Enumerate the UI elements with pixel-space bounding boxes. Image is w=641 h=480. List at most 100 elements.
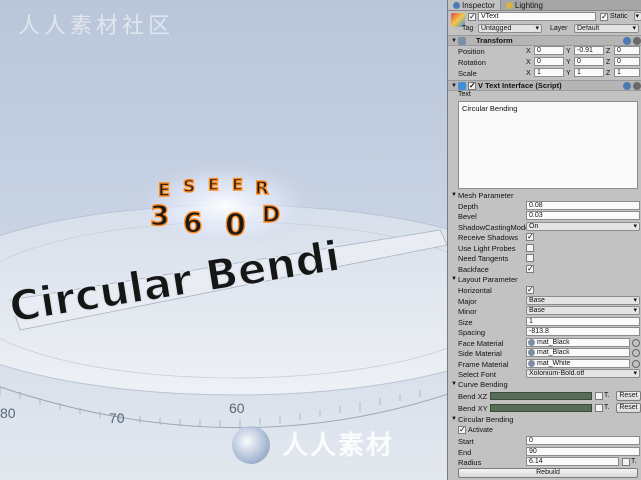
- scale-z-field[interactable]: 1: [614, 68, 640, 77]
- tab-inspector[interactable]: Inspector: [448, 0, 501, 10]
- help-icon[interactable]: [623, 82, 631, 90]
- object-name-field[interactable]: VText: [478, 12, 596, 21]
- face-material-field[interactable]: mat_Black: [526, 338, 630, 347]
- rotation-x-field[interactable]: 0: [534, 57, 564, 66]
- mesh-parameter-header[interactable]: ▼ Mesh Parameter: [448, 191, 641, 201]
- main-text: Circular Bendi: [6, 231, 343, 332]
- light-probes-checkbox[interactable]: [526, 244, 534, 252]
- shadow-casting-dropdown[interactable]: On: [526, 222, 640, 231]
- radius-toggle[interactable]: [622, 458, 630, 466]
- rebuild-button[interactable]: Rebuild: [458, 468, 638, 478]
- end-field[interactable]: 90: [526, 447, 640, 456]
- side-material-field[interactable]: mat_Black: [526, 348, 630, 357]
- spacing-field[interactable]: -813.8: [526, 327, 640, 336]
- rotation-y-field[interactable]: 0: [574, 57, 604, 66]
- font-dropdown[interactable]: Xolonium-Bold.otf: [526, 369, 640, 378]
- tab-lighting[interactable]: Lighting: [501, 0, 548, 10]
- minor-row: Minor Base: [448, 306, 641, 316]
- receive-shadows-checkbox[interactable]: [526, 232, 534, 241]
- rotation-z-field[interactable]: 0: [614, 57, 640, 66]
- scene-viewport[interactable]: 3 6 0 D R E E S E Circular Bendi 80 70 6…: [0, 0, 447, 480]
- tag-dropdown[interactable]: Untagged: [478, 24, 542, 33]
- bend-xy-toggle[interactable]: [595, 404, 603, 412]
- backface-checkbox[interactable]: [526, 264, 534, 273]
- activate-row: Activate: [448, 425, 641, 435]
- size-row: Size 1: [448, 317, 641, 327]
- object-picker-icon[interactable]: [632, 360, 640, 368]
- watermark-top: 人人素材社区: [18, 14, 175, 39]
- active-checkbox[interactable]: [468, 12, 476, 21]
- layer-dropdown[interactable]: Default: [574, 24, 639, 33]
- ruler-label: 60: [229, 400, 245, 416]
- material-icon: [528, 360, 535, 367]
- radius-row: Radius 6.14 T.: [458, 457, 637, 467]
- script-enabled-checkbox[interactable]: [468, 81, 476, 90]
- static-checkbox[interactable]: [600, 12, 608, 21]
- static-label: Static: [610, 13, 628, 20]
- bend-xy-curve[interactable]: [490, 404, 592, 412]
- script-icon: [458, 82, 466, 90]
- start-field[interactable]: 0: [526, 436, 640, 445]
- transform-icon: [458, 37, 466, 45]
- light-probes-row: Use Light Probes: [448, 243, 641, 253]
- layer-label: Layer: [550, 25, 568, 32]
- horizontal-checkbox[interactable]: [526, 285, 534, 294]
- curve-bending-header[interactable]: ▼ Curve Bending: [448, 380, 641, 390]
- ruler-label: 70: [109, 410, 125, 426]
- size-field[interactable]: 1: [526, 317, 640, 326]
- object-picker-icon[interactable]: [632, 349, 640, 357]
- minor-dropdown[interactable]: Base: [526, 306, 640, 315]
- major-dropdown[interactable]: Base: [526, 296, 640, 305]
- position-y-field[interactable]: -0.91: [574, 46, 604, 55]
- depth-row: Depth 0.08: [448, 201, 641, 211]
- rotation-row: Rotation X 0 Y 0 Z 0: [448, 57, 641, 67]
- static-dropdown[interactable]: [634, 12, 641, 21]
- foldout-arrow-icon: ▼: [451, 82, 457, 89]
- activate-checkbox[interactable]: [458, 425, 466, 434]
- scale-row: Scale X 1 Y 1 Z 1: [448, 68, 641, 78]
- frame-material-field[interactable]: mat_White: [526, 359, 630, 368]
- tangents-row: Need Tangents: [448, 253, 641, 263]
- end-row: End 90: [448, 447, 641, 457]
- bend-xz-toggle[interactable]: [595, 392, 603, 400]
- gear-icon[interactable]: [633, 37, 641, 45]
- text-input[interactable]: Circular Bending: [458, 101, 638, 189]
- backface-row: Backface: [448, 264, 641, 274]
- script-header[interactable]: ▼ V Text Interface (Script): [448, 80, 641, 91]
- foldout-arrow-icon: ▼: [451, 37, 457, 44]
- scale-x-field[interactable]: 1: [534, 68, 564, 77]
- bend-xz-row: Bend XZ T. Reset: [448, 391, 641, 401]
- position-row: Position X 0 Y -0.91 Z 0: [448, 46, 641, 56]
- inspector-panel: Inspector Lighting VText Static Tag Unta…: [447, 0, 641, 480]
- frame-material-row: Frame Material mat_White: [448, 359, 641, 369]
- bend-xz-curve[interactable]: [490, 392, 592, 400]
- position-z-field[interactable]: 0: [614, 46, 640, 55]
- radius-field[interactable]: 6.14: [526, 457, 619, 466]
- lightbulb-icon: [505, 1, 513, 9]
- start-row: Start 0: [448, 436, 641, 446]
- gear-icon[interactable]: [633, 82, 641, 90]
- text-label: Text: [458, 91, 471, 98]
- info-icon: [453, 1, 460, 9]
- help-icon[interactable]: [623, 37, 631, 45]
- font-row: Select Font Xolonium-Bold.otf: [448, 369, 641, 379]
- transform-header[interactable]: ▼ Transform: [448, 35, 641, 46]
- shadow-row: ShadowCastingMode On: [448, 222, 641, 232]
- bend-xz-reset-button[interactable]: Reset: [616, 391, 641, 401]
- watermark-bottom: 人人素材: [282, 431, 395, 461]
- bevel-row: Bevel 0.03: [448, 211, 641, 221]
- layout-parameter-header[interactable]: ▼ Layout Parameter: [448, 275, 641, 285]
- bend-xy-reset-button[interactable]: Reset: [616, 403, 641, 413]
- material-icon: [528, 339, 535, 346]
- scale-y-field[interactable]: 1: [574, 68, 604, 77]
- tangents-checkbox[interactable]: [526, 254, 534, 262]
- bevel-field[interactable]: 0.03: [526, 211, 640, 220]
- material-icon: [528, 349, 535, 356]
- circular-bending-header[interactable]: ▼ Circular Bending: [448, 415, 641, 425]
- main-3d-text: Circular Bendi: [5, 231, 344, 333]
- bend-xy-row: Bend XY T. Reset: [448, 403, 641, 413]
- position-x-field[interactable]: 0: [534, 46, 564, 55]
- spacing-row: Spacing -813.8: [448, 327, 641, 337]
- object-picker-icon[interactable]: [632, 339, 640, 347]
- depth-field[interactable]: 0.08: [526, 201, 640, 210]
